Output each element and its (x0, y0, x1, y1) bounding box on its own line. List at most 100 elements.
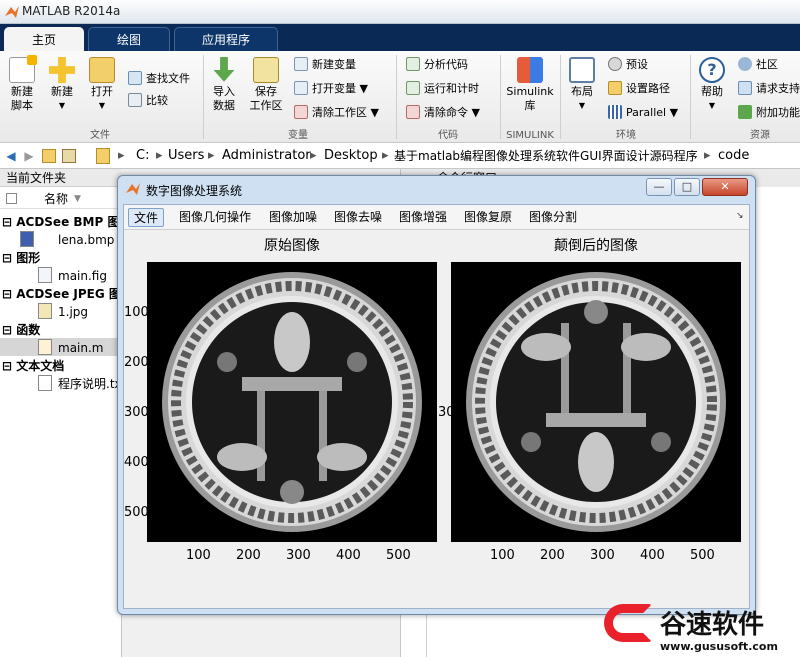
import-arrow-icon (213, 57, 235, 82)
left-xtick: 400 (336, 548, 361, 563)
compare-icon (128, 93, 142, 107)
folder-path-icon (608, 81, 622, 95)
original-image (147, 262, 437, 542)
left-xtick: 300 (286, 548, 311, 563)
address-bar: ◀ ▶ ▸ C: ▸ Users ▸ Administrator ▸ Deskt… (0, 143, 800, 169)
close-button[interactable]: ✕ (702, 178, 748, 196)
right-xtick: 200 (540, 548, 565, 563)
open-variable-button[interactable]: 打开变量 ▼ (294, 79, 368, 99)
breadcrumb-administrator[interactable]: Administrator (222, 148, 311, 164)
forward-arrow-icon[interactable]: ▶ (22, 149, 36, 163)
layout-button[interactable]: 布局 ▼ (564, 57, 600, 119)
menu-file[interactable]: 文件 (128, 208, 165, 227)
up-folder-icon[interactable] (42, 149, 56, 163)
maximize-button[interactable]: □ (674, 178, 700, 196)
current-folder-panel: 当前文件夹 名称 ▼ ⊟ ACDSee BMP 图 lena.bmp ⊟ 图形 … (0, 169, 126, 657)
left-xtick: 200 (236, 548, 261, 563)
menu-overflow-icon[interactable]: ↘ (736, 211, 744, 221)
folder-open-icon (89, 57, 115, 83)
ribbon-separator (500, 55, 501, 139)
group-environment-label: 环境 (616, 130, 636, 141)
new-script-button[interactable]: 新建 脚本 (4, 55, 40, 119)
browse-folder-icon[interactable] (62, 149, 76, 163)
back-arrow-icon[interactable]: ◀ (4, 149, 18, 163)
left-xtick: 500 (386, 548, 411, 563)
bmp-file-icon (20, 231, 34, 247)
ribbon-tabs: 主页 绘图 应用程序 (0, 24, 800, 51)
column-header[interactable]: 名称 ▼ (0, 189, 122, 209)
flipped-image (451, 262, 741, 542)
group-bmp[interactable]: ⊟ ACDSee BMP 图 (2, 213, 119, 231)
find-files-icon (128, 71, 142, 85)
add-ons-icon (738, 105, 752, 119)
new-variable-button[interactable]: 新建变量 (294, 55, 356, 75)
group-code-label: 代码 (438, 130, 458, 141)
preferences-button[interactable]: 预设 (608, 55, 648, 75)
request-support-button[interactable]: 请求支持 (738, 79, 800, 99)
compare-button[interactable]: 比较 (128, 91, 168, 111)
menu-add-noise[interactable]: 图像加噪 (264, 208, 322, 227)
file-main-m[interactable]: main.m (58, 339, 104, 357)
minimize-button[interactable]: — (646, 178, 672, 196)
tab-apps[interactable]: 应用程序 (174, 27, 278, 51)
left-ytick: 500 (124, 505, 149, 520)
new-button[interactable]: 新建 ▼ (44, 57, 80, 119)
group-figure[interactable]: ⊟ 图形 (2, 249, 40, 267)
right-xtick: 300 (590, 548, 615, 563)
file-main-fig[interactable]: main.fig (58, 267, 107, 285)
txt-file-icon (38, 375, 52, 391)
group-resources-label: 资源 (750, 130, 770, 141)
breadcrumb-code[interactable]: code (718, 148, 749, 164)
tab-home[interactable]: 主页 (4, 27, 84, 51)
simulink-library-icon (517, 57, 543, 83)
m-file-icon (38, 339, 52, 355)
file-lena-bmp[interactable]: lena.bmp (58, 231, 114, 249)
clear-workspace-button[interactable]: 清除工作区 ▼ (294, 103, 379, 123)
gear-icon (608, 57, 622, 71)
left-ytick: 400 (124, 455, 149, 470)
clear-commands-icon (406, 105, 420, 119)
group-text-documents[interactable]: ⊟ 文本文档 (2, 357, 64, 375)
add-ons-button[interactable]: 附加功能 (738, 103, 800, 123)
left-ytick: 200 (124, 355, 149, 370)
set-path-button[interactable]: 设置路径 (608, 79, 670, 99)
save-workspace-button[interactable]: 保存 工作区 (246, 57, 286, 119)
find-files-button[interactable]: 查找文件 (128, 69, 190, 89)
ribbon-separator (203, 55, 204, 139)
figure-title: 数字图像处理系统 (146, 184, 243, 198)
help-button[interactable]: ? 帮助 ▼ (694, 57, 730, 119)
breadcrumb-project-folder[interactable]: 基于matlab编程图像处理系统软件GUI界面设计源码程序 (394, 148, 698, 164)
figure-menubar: 文件 图像几何操作 图像加噪 图像去噪 图像增强 图像复原 图像分割 ↘ (124, 205, 749, 230)
breadcrumb-drive[interactable]: C: (136, 148, 149, 164)
right-xtick: 100 (490, 548, 515, 563)
new-script-icon (9, 55, 37, 83)
folder-icon (96, 148, 110, 164)
breadcrumb-users[interactable]: Users (168, 148, 204, 164)
analyze-code-button[interactable]: 分析代码 (406, 55, 468, 75)
watermark-logo-icon (604, 604, 652, 642)
menu-enhance[interactable]: 图像增强 (394, 208, 452, 227)
run-and-time-button[interactable]: 运行和计时 (406, 79, 479, 99)
breadcrumb-desktop[interactable]: Desktop (324, 148, 378, 164)
community-button[interactable]: 社区 (738, 55, 778, 75)
file-1-jpg[interactable]: 1.jpg (58, 303, 88, 321)
group-functions[interactable]: ⊟ 函数 (2, 321, 40, 339)
import-data-button[interactable]: 导入 数据 (206, 57, 242, 119)
menu-geometry[interactable]: 图像几何操作 (174, 208, 256, 227)
run-and-time-icon (406, 81, 420, 95)
clear-commands-button[interactable]: 清除命令 ▼ (406, 103, 480, 123)
group-file-label: 文件 (90, 130, 110, 141)
parallel-button[interactable]: Parallel ▼ (608, 103, 678, 123)
simulink-library-button[interactable]: Simulink 库 (504, 57, 556, 119)
menu-segment[interactable]: 图像分割 (524, 208, 582, 227)
tab-plots[interactable]: 绘图 (88, 27, 170, 51)
right-xtick: 500 (690, 548, 715, 563)
left-axes-title: 原始图像 (264, 238, 320, 254)
menu-restore[interactable]: 图像复原 (459, 208, 517, 227)
group-jpeg[interactable]: ⊟ ACDSee JPEG 图 (2, 285, 121, 303)
ribbon-separator (560, 55, 561, 139)
fig-file-icon (38, 267, 52, 283)
original-image-graphic (162, 272, 422, 532)
menu-denoise[interactable]: 图像去噪 (329, 208, 387, 227)
open-button[interactable]: 打开 ▼ (84, 57, 120, 119)
